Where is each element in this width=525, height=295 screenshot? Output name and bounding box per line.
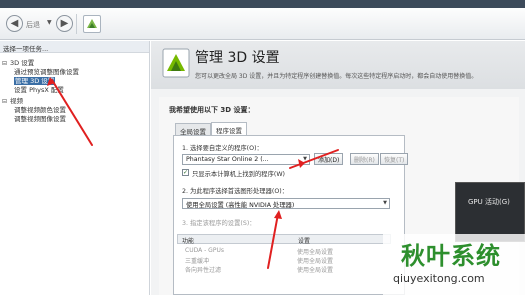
add-button[interactable]: 添加(D) [314,153,344,165]
settings-table: 功能 设置 CUDA - GPUs 使用全局设置 三重缓冲 使用全局设置 各向异… [177,234,391,274]
toolbar-separator [76,14,77,34]
toolbar: ◀ 后退 ▼ ▶ [0,8,525,40]
page-title: 管理 3D 设置 [195,50,280,66]
task-pane: 选择一项任务... ⊟ 3D 设置 通过预览调整图像设置 管理 3D 设置 设置 … [0,41,150,295]
task-pane-header: 选择一项任务... [0,41,149,53]
history-dropdown-icon[interactable]: ▼ [47,19,52,26]
step3-label: 3. 指定该程序的设置(S)： [182,220,256,227]
title-strip [0,0,525,8]
gpu-activity-label: GPU 活动(G) [468,198,510,206]
gpu-select[interactable]: 使用全局设置 (高性能 NVIDIA 处理器) ▼ [182,198,390,209]
table-header: 功能 设置 [177,234,391,245]
tree-item-physx[interactable]: 设置 PhysX 配置 [14,84,64,94]
page-description: 您可以更改全局 3D 设置，并且为特定程序创建替换值。每次这些特定程序启动时，都… [195,73,478,80]
watermark-title: 秋叶系统 [401,242,501,270]
chevron-down-icon: ▼ [303,156,307,162]
tab-program-settings[interactable]: 程序设置 [211,122,247,135]
section-label: 我希望使用以下 3D 设置： [169,106,255,114]
checkbox-label: 只显示本计算机上找到的程序(W) [192,171,285,178]
column-header-feature: 功能 [182,238,195,245]
forward-arrow-icon[interactable]: ▶ [56,15,73,32]
nvidia-3d-icon [162,48,190,78]
table-row[interactable]: 各向异性过滤 使用全局设置 [177,264,391,274]
program-select[interactable]: Phantasy Star Online 2 (... ▼ [182,154,310,165]
page-banner: 管理 3D 设置 您可以更改全局 3D 设置，并且为特定程序创建替换值。每次这些… [151,41,525,89]
remove-button[interactable]: 删除(R) [350,153,379,165]
table-row[interactable]: 三重缓冲 使用全局设置 [177,255,391,265]
back-arrow-icon[interactable]: ◀ [6,15,23,32]
home-icon[interactable] [83,15,101,33]
chevron-down-icon: ▼ [383,200,387,206]
table-row[interactable]: CUDA - GPUs 使用全局设置 [177,246,391,256]
collapse-icon[interactable]: ⊟ [2,60,10,67]
tab-global-settings[interactable]: 全局设置 [175,123,211,136]
watermark-url: qiuyexitong.com [393,272,485,285]
collapse-icon[interactable]: ⊟ [2,98,10,105]
step2-label: 2. 为此程序选择首选图形处理器(O)： [182,188,289,195]
back-label[interactable]: 后退 [26,20,40,30]
tree-item-video-image[interactable]: 调整视频图像设置 [14,113,66,123]
column-header-setting: 设置 [298,238,311,245]
step1-label: 1. 选择要自定义的程序(O)： [182,145,263,152]
restore-button[interactable]: 恢复(T) [380,153,409,165]
watermark: 秋叶系统 qiuyexitong.com [383,234,525,295]
show-found-only-checkbox[interactable]: ✓ [182,169,189,176]
gpu-activity-panel: GPU 活动(G) [455,182,525,242]
